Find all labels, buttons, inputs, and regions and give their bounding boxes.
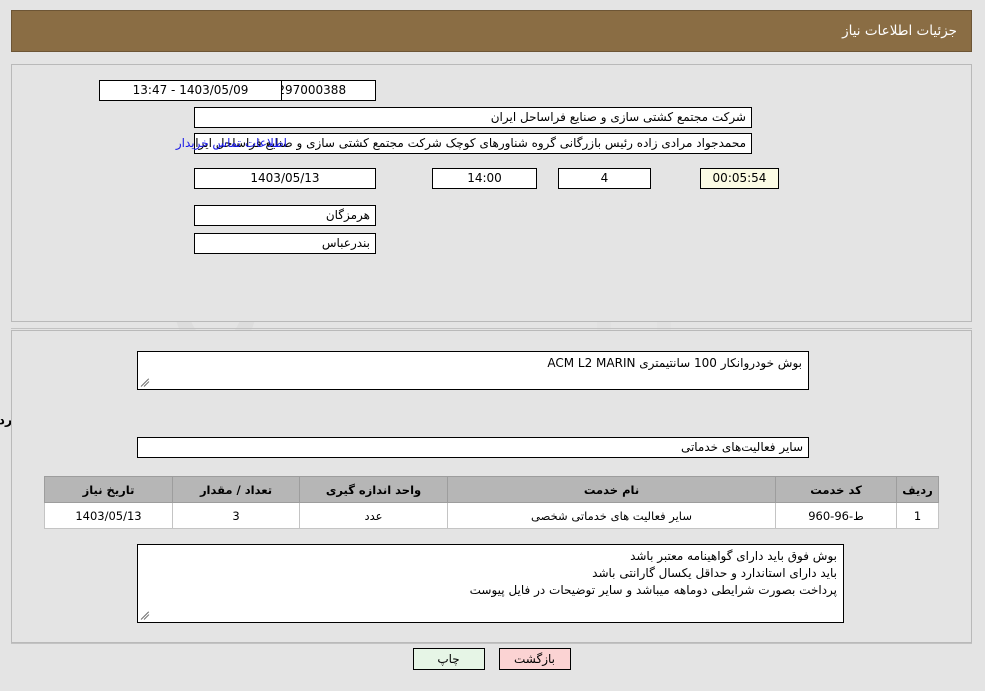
general-desc-value: بوش خودروانکار 100 سانتیمتری ACM L2 MARI… xyxy=(548,356,803,370)
deadline-date-field[interactable]: 1403/05/13 xyxy=(195,168,377,189)
need-info-panel xyxy=(12,64,973,322)
service-group-field[interactable]: سایر فعالیت‌های خدماتی xyxy=(138,437,810,458)
buyer-contact-link[interactable]: اطلاعات تماس خریدار xyxy=(130,136,288,150)
resize-grip-icon xyxy=(141,376,153,388)
table-cell-unit: عدد xyxy=(300,502,449,529)
table-header-service-name: نام خدمت xyxy=(448,476,777,503)
buyer-contact-link-text: اطلاعات تماس خریدار xyxy=(176,136,288,150)
page-title: جزئیات اطلاعات نیاز xyxy=(843,23,958,39)
table-cell-service-code: ط-96-960 xyxy=(776,502,898,529)
table-row[interactable]: 1 ط-96-960 سایر فعالیت های خدماتی شخصی ع… xyxy=(45,502,940,529)
table-cell-index: 1 xyxy=(897,502,940,529)
buyer-org-field[interactable]: شرکت مجتمع کشتی سازی و صنایع فراساحل ایر… xyxy=(195,107,753,128)
window-titlebar: جزئیات اطلاعات نیاز xyxy=(12,10,973,52)
resize-grip-icon-notes xyxy=(141,609,153,621)
general-desc-textarea[interactable]: بوش خودروانکار 100 سانتیمتری ACM L2 MARI… xyxy=(138,351,810,390)
table-header-need-date: تاریخ نیاز xyxy=(45,476,174,503)
announce-datetime-field[interactable]: 1403/05/09 - 13:47 xyxy=(100,80,283,101)
buyer-notes-textarea[interactable]: بوش فوق باید دارای گواهینامه معتبر باشد … xyxy=(138,544,845,623)
page-root: AriaTender.net جزئیات اطلاعات نیاز شماره… xyxy=(0,0,985,691)
hour-field[interactable]: 14:00 xyxy=(433,168,538,189)
table-header-unit: واحد اندازه گیری xyxy=(300,476,449,503)
table-cell-quantity: 3 xyxy=(173,502,301,529)
footer-button-bar: بازگشت چاپ xyxy=(0,648,985,670)
countdown-field[interactable]: 00:05:54 xyxy=(701,168,780,189)
buyer-notes-value: بوش فوق باید دارای گواهینامه معتبر باشد … xyxy=(470,549,838,597)
services-table: ردیف کد خدمت نام خدمت واحد اندازه گیری ت… xyxy=(45,476,940,529)
province-field[interactable]: هرمزگان xyxy=(195,205,377,226)
panel-divider xyxy=(12,328,973,329)
table-cell-service-name: سایر فعالیت های خدماتی شخصی xyxy=(448,502,777,529)
table-header-service-code: کد خدمت xyxy=(776,476,898,503)
print-button[interactable]: چاپ xyxy=(413,648,486,670)
table-header-quantity: تعداد / مقدار xyxy=(173,476,301,503)
table-header-index: ردیف xyxy=(897,476,940,503)
table-cell-need-date: 1403/05/13 xyxy=(45,502,174,529)
back-button[interactable]: بازگشت xyxy=(499,648,572,670)
days-field[interactable]: 4 xyxy=(559,168,652,189)
table-header-row: ردیف کد خدمت نام خدمت واحد اندازه گیری ت… xyxy=(45,476,940,503)
city-field[interactable]: بندرعباس xyxy=(195,233,377,254)
footer-divider xyxy=(12,643,973,644)
